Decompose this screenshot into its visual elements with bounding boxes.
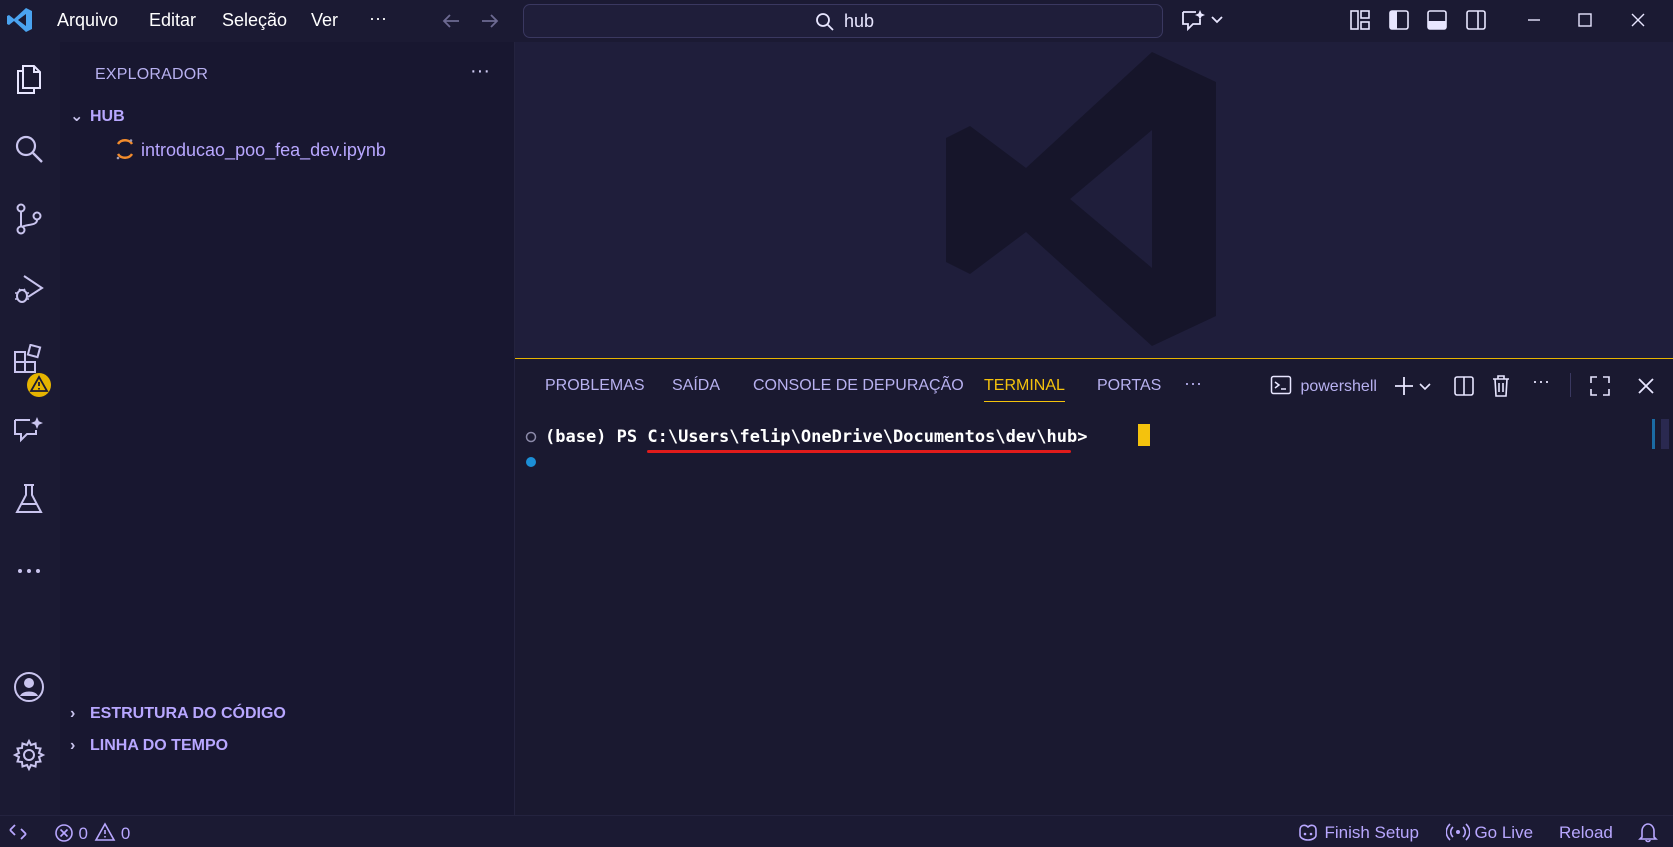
file-item-notebook[interactable]: introducao_poo_fea_dev.ipynb (115, 138, 386, 166)
tab-debug-console[interactable]: CONSOLE DE DEPURAÇÃO (753, 377, 964, 395)
problems-indicator[interactable]: 0 0 (54, 822, 130, 844)
close-panel-icon[interactable] (1636, 376, 1656, 396)
trash-icon[interactable] (1490, 374, 1512, 398)
finish-setup-button[interactable]: Finish Setup (1296, 822, 1419, 844)
folder-hub-header[interactable]: ⌄ HUB (70, 106, 125, 126)
menu-view[interactable]: Ver (311, 10, 338, 31)
copilot-icon (1299, 824, 1317, 841)
warning-icon (95, 822, 116, 841)
run-debug-icon[interactable] (12, 272, 46, 306)
explorer-title: EXPLORADOR (95, 66, 209, 83)
maximize-panel-icon[interactable] (1589, 375, 1611, 397)
search-icon (816, 13, 834, 31)
new-terminal-plus-icon[interactable] (1393, 375, 1415, 397)
warning-badge-icon (27, 373, 51, 397)
outline-label: ESTRUTURA DO CÓDIGO (90, 705, 286, 722)
customize-layout-icon[interactable] (1349, 9, 1371, 31)
warning-count: 0 (120, 824, 131, 843)
folder-name: HUB (90, 108, 125, 125)
chevron-down-icon[interactable] (1210, 13, 1224, 27)
prompt-path: C:\Users\felip\OneDrive\Documentos\dev\h… (647, 427, 1078, 447)
terminal-shell-name: powershell (1300, 378, 1377, 395)
chevron-down-icon: ⌄ (70, 108, 84, 125)
back-arrow-icon[interactable] (440, 10, 462, 32)
tab-problems[interactable]: PROBLEMAS (545, 377, 645, 395)
timeline-section-header[interactable]: › LINHA DO TEMPO (70, 737, 228, 755)
tab-terminal[interactable]: TERMINAL (984, 377, 1065, 402)
jupyter-notebook-icon (115, 138, 141, 161)
bottom-panel: PROBLEMAS SAÍDA CONSOLE DE DEPURAÇÃO TER… (515, 358, 1673, 815)
maximize-icon[interactable] (1576, 11, 1594, 29)
error-count: 0 (78, 824, 88, 843)
menu-selection[interactable]: Seleção (222, 10, 287, 31)
activity-bar (0, 42, 60, 815)
forward-arrow-icon[interactable] (479, 10, 501, 32)
minimize-icon[interactable] (1525, 11, 1543, 29)
search-icon[interactable] (12, 132, 46, 166)
search-text: hub (844, 11, 875, 31)
prompt-suffix: > (1077, 427, 1098, 447)
toggle-panel-icon[interactable] (1426, 9, 1448, 31)
account-icon[interactable] (12, 670, 46, 704)
menu-file[interactable]: Arquivo (57, 10, 118, 31)
go-live-label: Go Live (1474, 823, 1534, 842)
menu-edit[interactable]: Editar (149, 10, 196, 31)
panel-more-tabs-button[interactable]: ··· (1184, 373, 1202, 394)
explorer-files-icon[interactable] (12, 62, 46, 96)
toggle-primary-sidebar-icon[interactable] (1388, 9, 1410, 31)
close-icon[interactable] (1629, 11, 1647, 29)
explorer-sidebar: EXPLORADOR ··· ⌄ HUB introducao_poo_fea_d… (60, 42, 515, 815)
chevron-right-icon: › (70, 737, 76, 754)
settings-gear-icon[interactable] (12, 738, 46, 772)
toggle-secondary-sidebar-icon[interactable] (1465, 9, 1487, 31)
vscode-logo-icon (7, 8, 32, 32)
outline-section-header[interactable]: › ESTRUTURA DO CÓDIGO (70, 705, 286, 723)
terminal-scrollbar[interactable] (1661, 419, 1669, 449)
terminal-overview-marker (1652, 419, 1655, 449)
prompt-prefix: (base) PS (545, 427, 648, 447)
status-bar: 0 0 Finish Setup Go Live Reload (0, 815, 1673, 847)
explorer-more-actions-button[interactable]: ··· (470, 60, 490, 83)
terminal-prompt-line[interactable]: (base) PS C:\Users\felip\OneDrive\Docume… (545, 427, 1098, 447)
file-name: introducao_poo_fea_dev.ipynb (141, 140, 386, 160)
panel-more-actions-button[interactable]: ··· (1532, 371, 1550, 392)
command-status-hollow-icon (525, 431, 537, 443)
terminal-instance-selector[interactable]: powershell (1270, 374, 1377, 398)
editor-area (515, 42, 1673, 358)
broadcast-icon (1445, 823, 1471, 841)
timeline-label: LINHA DO TEMPO (90, 737, 229, 754)
terminal-cursor (1138, 424, 1150, 446)
chat-icon[interactable] (12, 414, 46, 448)
chevron-right-icon: › (70, 705, 76, 722)
error-icon (55, 824, 73, 842)
split-terminal-icon[interactable] (1453, 375, 1475, 397)
go-live-button[interactable]: Go Live (1445, 822, 1534, 844)
reload-button[interactable]: Reload (1559, 823, 1613, 843)
chat-sparkle-icon[interactable] (1180, 8, 1206, 32)
menu-more-button[interactable]: ··· (369, 8, 387, 29)
tab-ports[interactable]: PORTAS (1097, 377, 1161, 395)
more-views-icon[interactable] (12, 554, 46, 588)
tab-output[interactable]: SAÍDA (672, 377, 720, 395)
terminal-icon (1270, 375, 1292, 395)
command-center-search[interactable]: hub (523, 4, 1163, 38)
remote-window-icon[interactable] (8, 822, 28, 842)
source-control-icon[interactable] (12, 202, 46, 236)
title-bar: Arquivo Editar Seleção Ver ··· hub (0, 0, 1673, 42)
chevron-down-icon[interactable] (1418, 380, 1432, 394)
notifications-bell-icon[interactable] (1637, 821, 1659, 843)
finish-setup-label: Finish Setup (1324, 823, 1419, 842)
command-status-dot-icon (526, 457, 536, 467)
vscode-watermark-icon (946, 52, 1216, 346)
testing-flask-icon[interactable] (12, 482, 46, 516)
panel-divider (1570, 373, 1571, 397)
